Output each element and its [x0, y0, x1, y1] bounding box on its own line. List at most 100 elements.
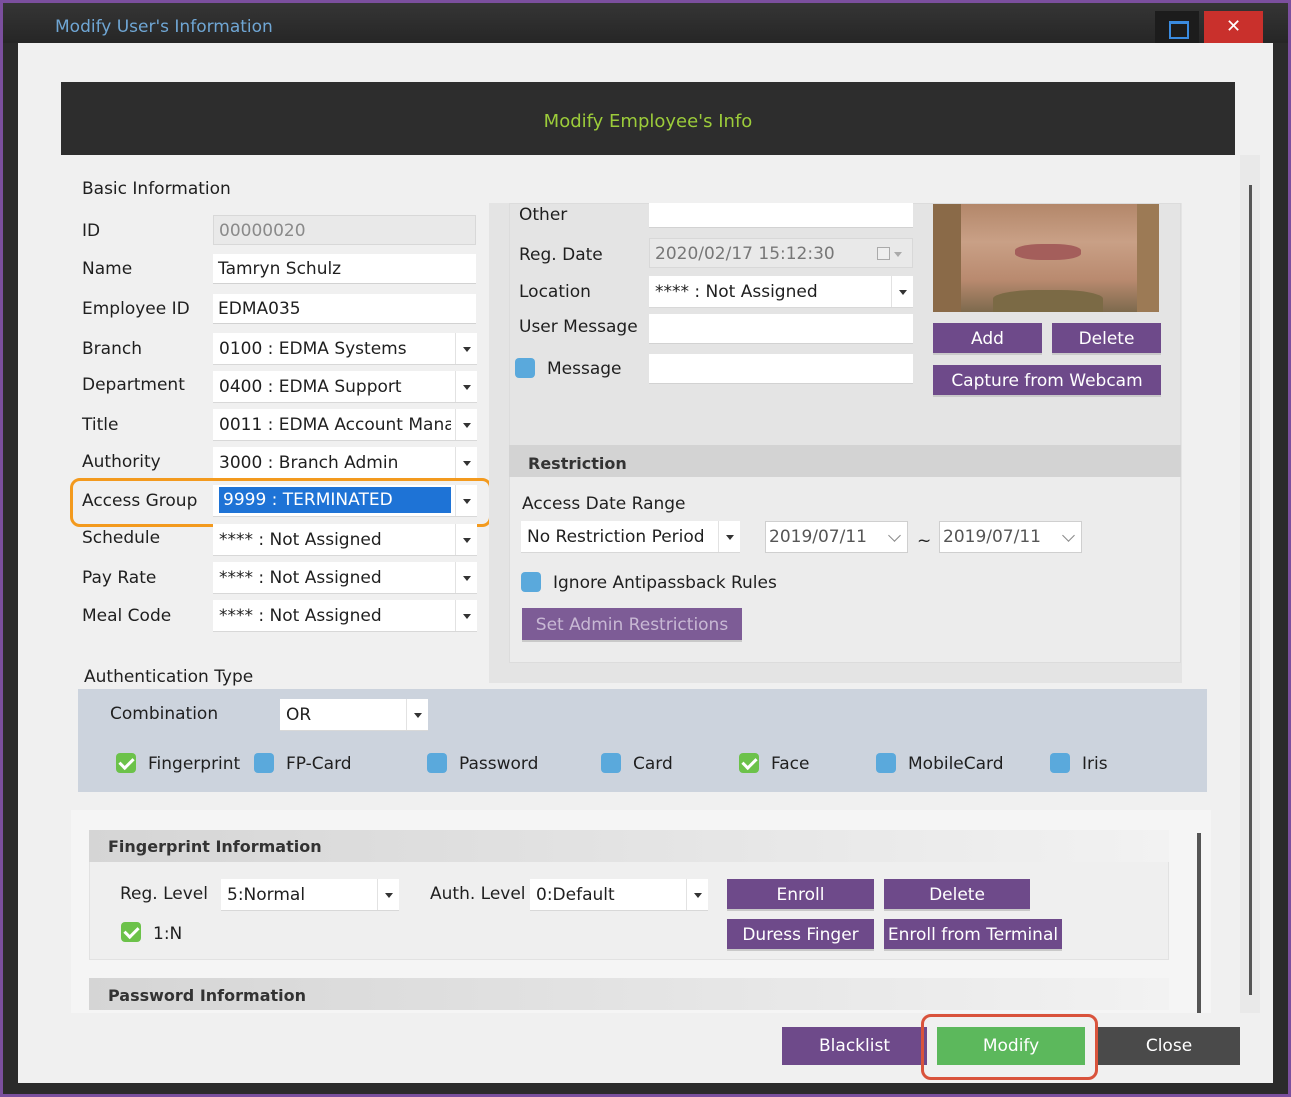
main-scrollbar-thumb[interactable]: [1249, 185, 1252, 995]
location-select[interactable]: **** : Not Assigned: [649, 276, 913, 308]
fp-delete-button[interactable]: Delete: [884, 879, 1030, 911]
set-admin-restrictions-button[interactable]: Set Admin Restrictions: [522, 608, 742, 642]
password-checkbox[interactable]: [427, 753, 447, 773]
chevron-down-icon[interactable]: [455, 485, 477, 516]
reg-date-field: 2020/02/17 15:12:30: [649, 238, 913, 268]
pay-rate-select[interactable]: **** : Not Assigned: [213, 562, 477, 594]
access-group-select[interactable]: 9999 : TERMINATED: [213, 485, 477, 517]
mobilecard-checkbox[interactable]: [876, 753, 896, 773]
chevron-down-icon[interactable]: [455, 524, 477, 555]
chevron-down-icon[interactable]: [1062, 529, 1075, 542]
chevron-down-icon[interactable]: [894, 252, 902, 257]
schedule-label: Schedule: [82, 528, 161, 548]
chevron-down-icon[interactable]: [455, 371, 477, 402]
chevron-down-icon[interactable]: [455, 562, 477, 593]
auth-level-label: Auth. Level: [430, 884, 526, 904]
mobilecard-label: MobileCard: [908, 754, 1004, 774]
iris-label: Iris: [1082, 754, 1108, 774]
chevron-down-icon[interactable]: [888, 529, 901, 542]
chevron-down-icon[interactable]: [406, 699, 428, 730]
photo-add-button[interactable]: Add: [933, 323, 1042, 355]
employee-id-field[interactable]: EDMA035: [213, 294, 476, 324]
blacklist-button[interactable]: Blacklist: [782, 1027, 927, 1065]
date-to-field[interactable]: 2019/07/11: [939, 521, 1082, 553]
calendar-icon[interactable]: [877, 247, 890, 260]
schedule-value: **** : Not Assigned: [219, 530, 382, 550]
access-group-value: 9999 : TERMINATED: [219, 487, 451, 513]
other-field[interactable]: [649, 203, 913, 228]
title-value: 0011 : EDMA Account Manag: [219, 415, 451, 435]
fingerprint-title: Fingerprint Information: [108, 837, 322, 856]
lower-scrollbar[interactable]: [1197, 833, 1201, 1013]
other-label: Other: [519, 205, 568, 225]
pay-rate-value: **** : Not Assigned: [219, 568, 382, 588]
branch-select[interactable]: 0100 : EDMA Systems: [213, 333, 477, 365]
authority-select[interactable]: 3000 : Branch Admin: [213, 447, 477, 479]
name-label: Name: [82, 259, 133, 279]
user-photo: [933, 204, 1159, 312]
department-select[interactable]: 0400 : EDMA Support: [213, 371, 477, 403]
modify-button[interactable]: Modify: [937, 1027, 1085, 1065]
reg-level-select[interactable]: 5:Normal: [221, 879, 399, 911]
chevron-down-icon[interactable]: [455, 600, 477, 631]
chevron-down-icon[interactable]: [377, 879, 399, 910]
meal-code-select[interactable]: **** : Not Assigned: [213, 600, 477, 632]
auth-level-select[interactable]: 0:Default: [530, 879, 708, 911]
branch-value: 0100 : EDMA Systems: [219, 339, 407, 359]
access-date-range-label: Access Date Range: [522, 494, 686, 514]
fp-enroll-button[interactable]: Enroll: [727, 879, 874, 911]
title-bar[interactable]: Modify User's Information ✕: [3, 3, 1288, 43]
main-scrollbar[interactable]: [1240, 155, 1260, 1055]
meal-code-value: **** : Not Assigned: [219, 606, 382, 626]
restriction-title: Restriction: [528, 454, 627, 473]
maximize-icon[interactable]: [1155, 11, 1199, 43]
restriction-period-select[interactable]: No Restriction Period: [521, 521, 740, 553]
reg-level-value: 5:Normal: [227, 885, 306, 905]
close-window-button[interactable]: ✕: [1204, 11, 1263, 43]
date-to-value: 2019/07/11: [943, 527, 1041, 547]
chevron-down-icon[interactable]: [455, 409, 477, 440]
duress-finger-button[interactable]: Duress Finger: [727, 919, 874, 951]
photo-delete-button[interactable]: Delete: [1052, 323, 1161, 355]
one-to-n-checkbox[interactable]: [121, 922, 141, 942]
message-field[interactable]: [649, 354, 913, 384]
user-message-label: User Message: [519, 317, 638, 337]
chevron-down-icon[interactable]: [891, 276, 913, 307]
iris-checkbox[interactable]: [1050, 753, 1070, 773]
date-from-field[interactable]: 2019/07/11: [765, 521, 908, 553]
fp-card-checkbox[interactable]: [254, 753, 274, 773]
capture-webcam-button[interactable]: Capture from Webcam: [933, 365, 1161, 397]
restriction-period-value: No Restriction Period: [527, 527, 705, 547]
message-checkbox[interactable]: [515, 358, 535, 378]
close-button[interactable]: Close: [1098, 1027, 1240, 1065]
photo-detail: [1137, 204, 1159, 312]
photo-detail: [933, 204, 961, 312]
combination-select[interactable]: OR: [280, 699, 428, 731]
user-message-field[interactable]: [649, 314, 913, 344]
authority-value: 3000 : Branch Admin: [219, 453, 399, 473]
combination-label: Combination: [110, 704, 219, 724]
chevron-down-icon[interactable]: [718, 521, 740, 552]
antipassback-checkbox[interactable]: [521, 572, 541, 592]
card-checkbox[interactable]: [601, 753, 621, 773]
title-select[interactable]: 0011 : EDMA Account Manag: [213, 409, 477, 441]
fingerprint-checkbox[interactable]: [116, 753, 136, 773]
face-checkbox[interactable]: [739, 753, 759, 773]
chevron-down-icon[interactable]: [686, 879, 708, 910]
access-group-label: Access Group: [82, 491, 198, 511]
combination-value: OR: [286, 705, 312, 725]
face-label: Face: [771, 754, 810, 774]
one-to-n-label: 1:N: [153, 924, 183, 944]
authentication-type-label: Authentication Type: [84, 667, 254, 687]
basic-info-heading: Basic Information: [82, 179, 231, 199]
name-field[interactable]: Tamryn Schulz: [213, 254, 476, 284]
id-label: ID: [82, 221, 101, 241]
enroll-from-terminal-button[interactable]: Enroll from Terminal: [884, 919, 1062, 951]
schedule-select[interactable]: **** : Not Assigned: [213, 524, 477, 556]
chevron-down-icon[interactable]: [455, 333, 477, 364]
fingerprint-label: Fingerprint: [148, 754, 241, 774]
chevron-down-icon[interactable]: [455, 447, 477, 478]
location-value: **** : Not Assigned: [655, 282, 818, 302]
banner-title: Modify Employee's Info: [543, 111, 753, 132]
branch-label: Branch: [82, 339, 142, 359]
